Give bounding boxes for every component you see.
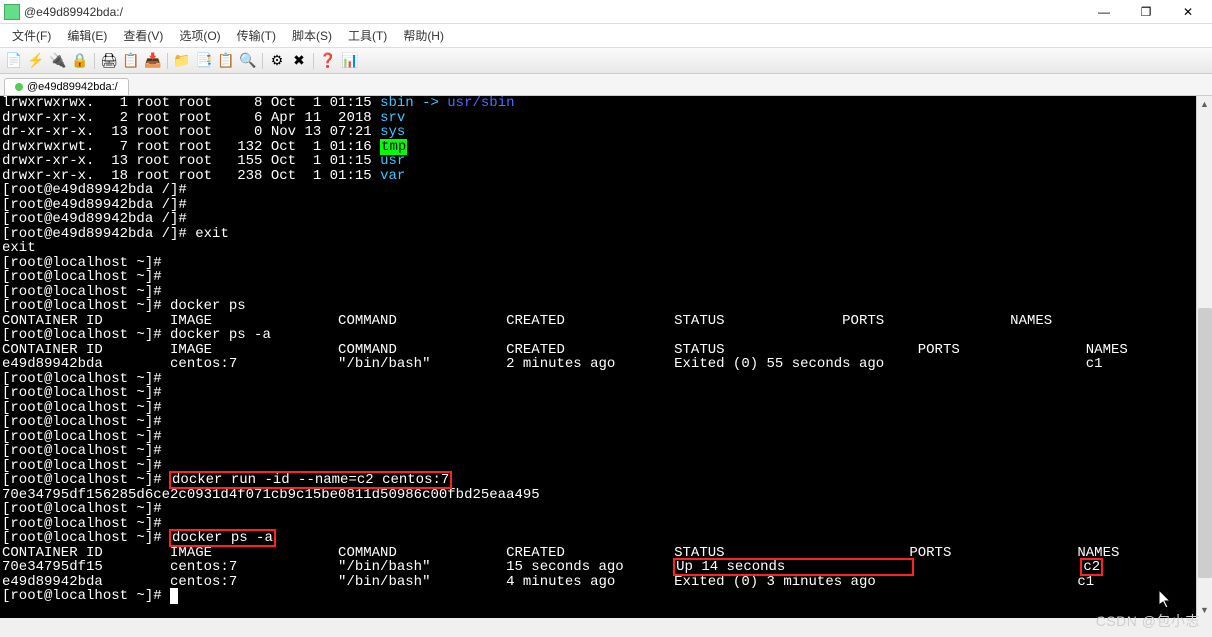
toolbar-separator: [94, 53, 95, 69]
tool-print-icon[interactable]: 🖨: [99, 51, 119, 71]
terminal-scrollbar[interactable]: ▲ ▼: [1196, 96, 1212, 618]
toolbar-separator: [262, 53, 263, 69]
tab-label: @e49d89942bda:/: [27, 81, 118, 93]
tool-disconnect-icon[interactable]: 🔒: [70, 51, 90, 71]
scroll-up-icon[interactable]: ▲: [1197, 96, 1212, 112]
tool-sessions-icon[interactable]: 📊: [340, 51, 360, 71]
scroll-thumb[interactable]: [1198, 308, 1212, 578]
tool-connect-icon[interactable]: 📄: [4, 51, 24, 71]
tool-help-icon[interactable]: ❓: [318, 51, 338, 71]
toolbar: 📄 ⚡ 🔌 🔒 🖨 📋 📥 📁 📑 📋 🔍 ⚙ ✖ ❓ 📊: [0, 48, 1212, 74]
tool-quick-icon[interactable]: ⚡: [26, 51, 46, 71]
tool-find-icon[interactable]: 🔍: [238, 51, 258, 71]
maximize-button[interactable]: ❐: [1126, 0, 1166, 24]
tool-download-icon[interactable]: 📥: [143, 51, 163, 71]
tool-upload-icon[interactable]: 📋: [121, 51, 141, 71]
toolbar-separator: [313, 53, 314, 69]
menu-transfer[interactable]: 传输(T): [231, 25, 282, 46]
close-button[interactable]: ✕: [1168, 0, 1208, 24]
tool-reconnect-icon[interactable]: 🔌: [48, 51, 68, 71]
menu-help[interactable]: 帮助(H): [397, 25, 450, 46]
tab-status-dot-icon: [15, 83, 23, 91]
tabbar: @e49d89942bda:/: [0, 74, 1212, 96]
scroll-track[interactable]: [1197, 112, 1212, 602]
menu-file[interactable]: 文件(F): [6, 25, 57, 46]
prompt-line: [root@localhost ~]#: [2, 588, 178, 604]
menu-view[interactable]: 查看(V): [117, 25, 169, 46]
menu-options[interactable]: 选项(O): [173, 25, 226, 46]
terminal-cursor: [170, 588, 178, 604]
menu-edit[interactable]: 编辑(E): [61, 25, 113, 46]
menubar: 文件(F) 编辑(E) 查看(V) 选项(O) 传输(T) 脚本(S) 工具(T…: [0, 24, 1212, 48]
titlebar-left: @e49d89942bda:/: [4, 4, 123, 20]
toolbar-separator: [167, 53, 168, 69]
menu-tools[interactable]: 工具(T): [342, 25, 393, 46]
tool-paste-icon[interactable]: 📋: [216, 51, 236, 71]
watermark: CSDN @包小志: [1096, 611, 1200, 631]
terminal-area: lrwxrwxrwx. 1 root root 8 Oct 1 01:15 sb…: [0, 96, 1212, 618]
window-title: @e49d89942bda:/: [24, 5, 123, 19]
prompt-line: [root@e49d89942bda /]# exit: [2, 226, 229, 242]
titlebar: @e49d89942bda:/ — ❐ ✕: [0, 0, 1212, 24]
tool-folder-icon[interactable]: 📁: [172, 51, 192, 71]
terminal[interactable]: lrwxrwxrwx. 1 root root 8 Oct 1 01:15 sb…: [0, 96, 1212, 604]
app-icon: [4, 4, 20, 20]
session-tab[interactable]: @e49d89942bda:/: [4, 78, 129, 95]
tool-settings-icon[interactable]: ⚙: [267, 51, 287, 71]
tool-copy-icon[interactable]: 📑: [194, 51, 214, 71]
minimize-button[interactable]: —: [1084, 0, 1124, 24]
menu-script[interactable]: 脚本(S): [286, 25, 338, 46]
window-controls: — ❐ ✕: [1084, 0, 1208, 24]
tool-x-icon[interactable]: ✖: [289, 51, 309, 71]
